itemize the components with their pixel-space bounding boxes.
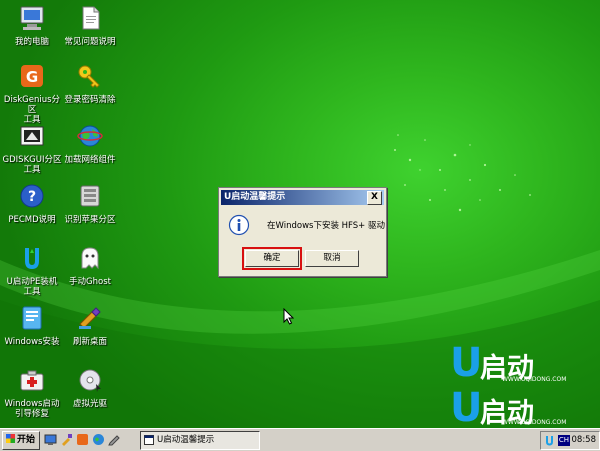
quicklaunch-globe-icon[interactable] bbox=[92, 433, 105, 446]
desktop-icon-label: 识别苹果分区 bbox=[64, 215, 116, 225]
brand-logo-u: U bbox=[450, 385, 483, 428]
windows-setup-icon bbox=[22, 306, 42, 330]
desktop-icon-apple-partition[interactable]: 识别苹果分区 bbox=[58, 182, 122, 225]
window-icon bbox=[144, 435, 154, 445]
desktop-icon-virtual-cd[interactable]: 虚拟光驱 bbox=[58, 366, 122, 409]
ghost-icon bbox=[81, 247, 99, 270]
key-icon bbox=[78, 65, 100, 88]
cancel-button[interactable]: 取消 bbox=[305, 250, 359, 267]
quicklaunch-pen-icon[interactable] bbox=[108, 433, 121, 446]
network-globe-icon bbox=[77, 125, 103, 147]
desktop-icon-label: 手动Ghost bbox=[69, 277, 111, 287]
desktop[interactable]: 我的电脑 G DiskGenius分区 工具 GDISKGUI分区 工具 ? P… bbox=[0, 0, 600, 428]
brand-logo-lower: U 启动 WWW.UQIDONG.COM bbox=[450, 385, 590, 428]
desktop-icon-network[interactable]: 加载网络组件 bbox=[58, 122, 122, 165]
computer-icon bbox=[20, 6, 44, 30]
document-icon bbox=[82, 6, 100, 30]
quicklaunch-diskgenius-icon[interactable] bbox=[76, 433, 89, 446]
message-dialog[interactable]: U启动温馨提示 X 在Windows下安装 HFS+ 驱动 确定 取消 bbox=[218, 187, 387, 277]
virtual-cd-icon bbox=[79, 369, 101, 392]
close-button[interactable]: X bbox=[367, 191, 382, 205]
brand-url: WWW.UQIDONG.COM bbox=[502, 419, 567, 426]
desktop-icon-label: GDISKGUI分区 工具 bbox=[2, 155, 62, 175]
desktop-icon-boot-repair[interactable]: Windows启动 引导修复 bbox=[0, 366, 64, 419]
clock[interactable]: 08:58 bbox=[572, 432, 597, 449]
diskgenius-icon: G bbox=[21, 65, 43, 87]
quicklaunch-tool-icon[interactable] bbox=[60, 433, 73, 446]
refresh-desktop-icon bbox=[79, 307, 101, 329]
gdisk-icon bbox=[20, 126, 44, 146]
desktop-icon-label: 加载网络组件 bbox=[64, 155, 116, 165]
desktop-icon-refresh-desktop[interactable]: 刷新桌面 bbox=[58, 304, 122, 347]
brand-logo-upper: U 启动 WWW.UQIDONG.COM bbox=[450, 340, 590, 386]
taskbar: 开始 U启动温馨提示 CH 08:58 bbox=[0, 428, 600, 451]
desktop-icon-diskgenius[interactable]: G DiskGenius分区 工具 bbox=[0, 62, 64, 125]
taskbar-item-dialog[interactable]: U启动温馨提示 bbox=[140, 431, 260, 450]
desktop-icon-label: 登录密码清除 bbox=[64, 95, 116, 105]
tray-app-icon[interactable] bbox=[544, 435, 555, 446]
start-label: 开始 bbox=[17, 435, 36, 445]
boot-repair-icon bbox=[20, 370, 44, 391]
apple-partition-icon bbox=[80, 185, 100, 207]
desktop-icon-label: 刷新桌面 bbox=[72, 337, 107, 347]
desktop-icon-my-computer[interactable]: 我的电脑 bbox=[0, 4, 64, 47]
desktop-icon-pecmd[interactable]: ? PECMD说明 bbox=[0, 182, 64, 225]
quicklaunch-desktop-icon[interactable] bbox=[44, 433, 57, 446]
desktop-icon-manual-ghost[interactable]: 手动Ghost bbox=[58, 244, 122, 287]
desktop-icon-pe-installer[interactable]: U启动PE装机 工具 bbox=[0, 244, 64, 297]
desktop-icon-faq[interactable]: 常见问题说明 bbox=[58, 4, 122, 47]
desktop-icon-windows-setup[interactable]: Windows安装 bbox=[0, 304, 64, 347]
dialog-titlebar[interactable]: U启动温馨提示 X bbox=[221, 190, 384, 205]
dialog-message: 在Windows下安装 HFS+ 驱动 bbox=[267, 221, 385, 231]
desktop-icon-label: PECMD说明 bbox=[8, 215, 56, 225]
brand-url: WWW.UQIDONG.COM bbox=[502, 376, 567, 383]
desktop-icon-label: 虚拟光驱 bbox=[72, 399, 107, 409]
close-icon: X bbox=[371, 192, 378, 202]
desktop-icon-password-clear[interactable]: 登录密码清除 bbox=[58, 62, 122, 105]
desktop-icon-label: U启动PE装机 工具 bbox=[6, 277, 58, 297]
mouse-cursor-icon bbox=[283, 308, 294, 325]
windows-flag-icon bbox=[6, 434, 15, 443]
help-icon: ? bbox=[20, 184, 44, 208]
desktop-icon-label: Windows安装 bbox=[4, 337, 60, 347]
svg-text:?: ? bbox=[28, 189, 36, 205]
desktop-icon-label: 我的电脑 bbox=[14, 37, 49, 47]
system-tray: CH 08:58 bbox=[540, 431, 600, 450]
svg-text:G: G bbox=[26, 68, 38, 86]
dialog-title: U启动温馨提示 bbox=[224, 192, 286, 202]
taskbar-item-label: U启动温馨提示 bbox=[157, 435, 215, 445]
desktop-icon-gdiskgui[interactable]: GDISKGUI分区 工具 bbox=[0, 122, 64, 175]
input-language-indicator[interactable]: CH bbox=[558, 435, 570, 446]
start-button[interactable]: 开始 bbox=[2, 431, 40, 450]
desktop-icon-label: Windows启动 引导修复 bbox=[4, 399, 60, 419]
info-icon bbox=[228, 214, 250, 236]
ok-button[interactable]: 确定 bbox=[242, 247, 302, 270]
desktop-icon-label: DiskGenius分区 工具 bbox=[3, 95, 61, 125]
brand-logo-u: U bbox=[450, 340, 483, 386]
desktop-icon-label: 常见问题说明 bbox=[64, 37, 116, 47]
installer-icon bbox=[25, 248, 39, 269]
